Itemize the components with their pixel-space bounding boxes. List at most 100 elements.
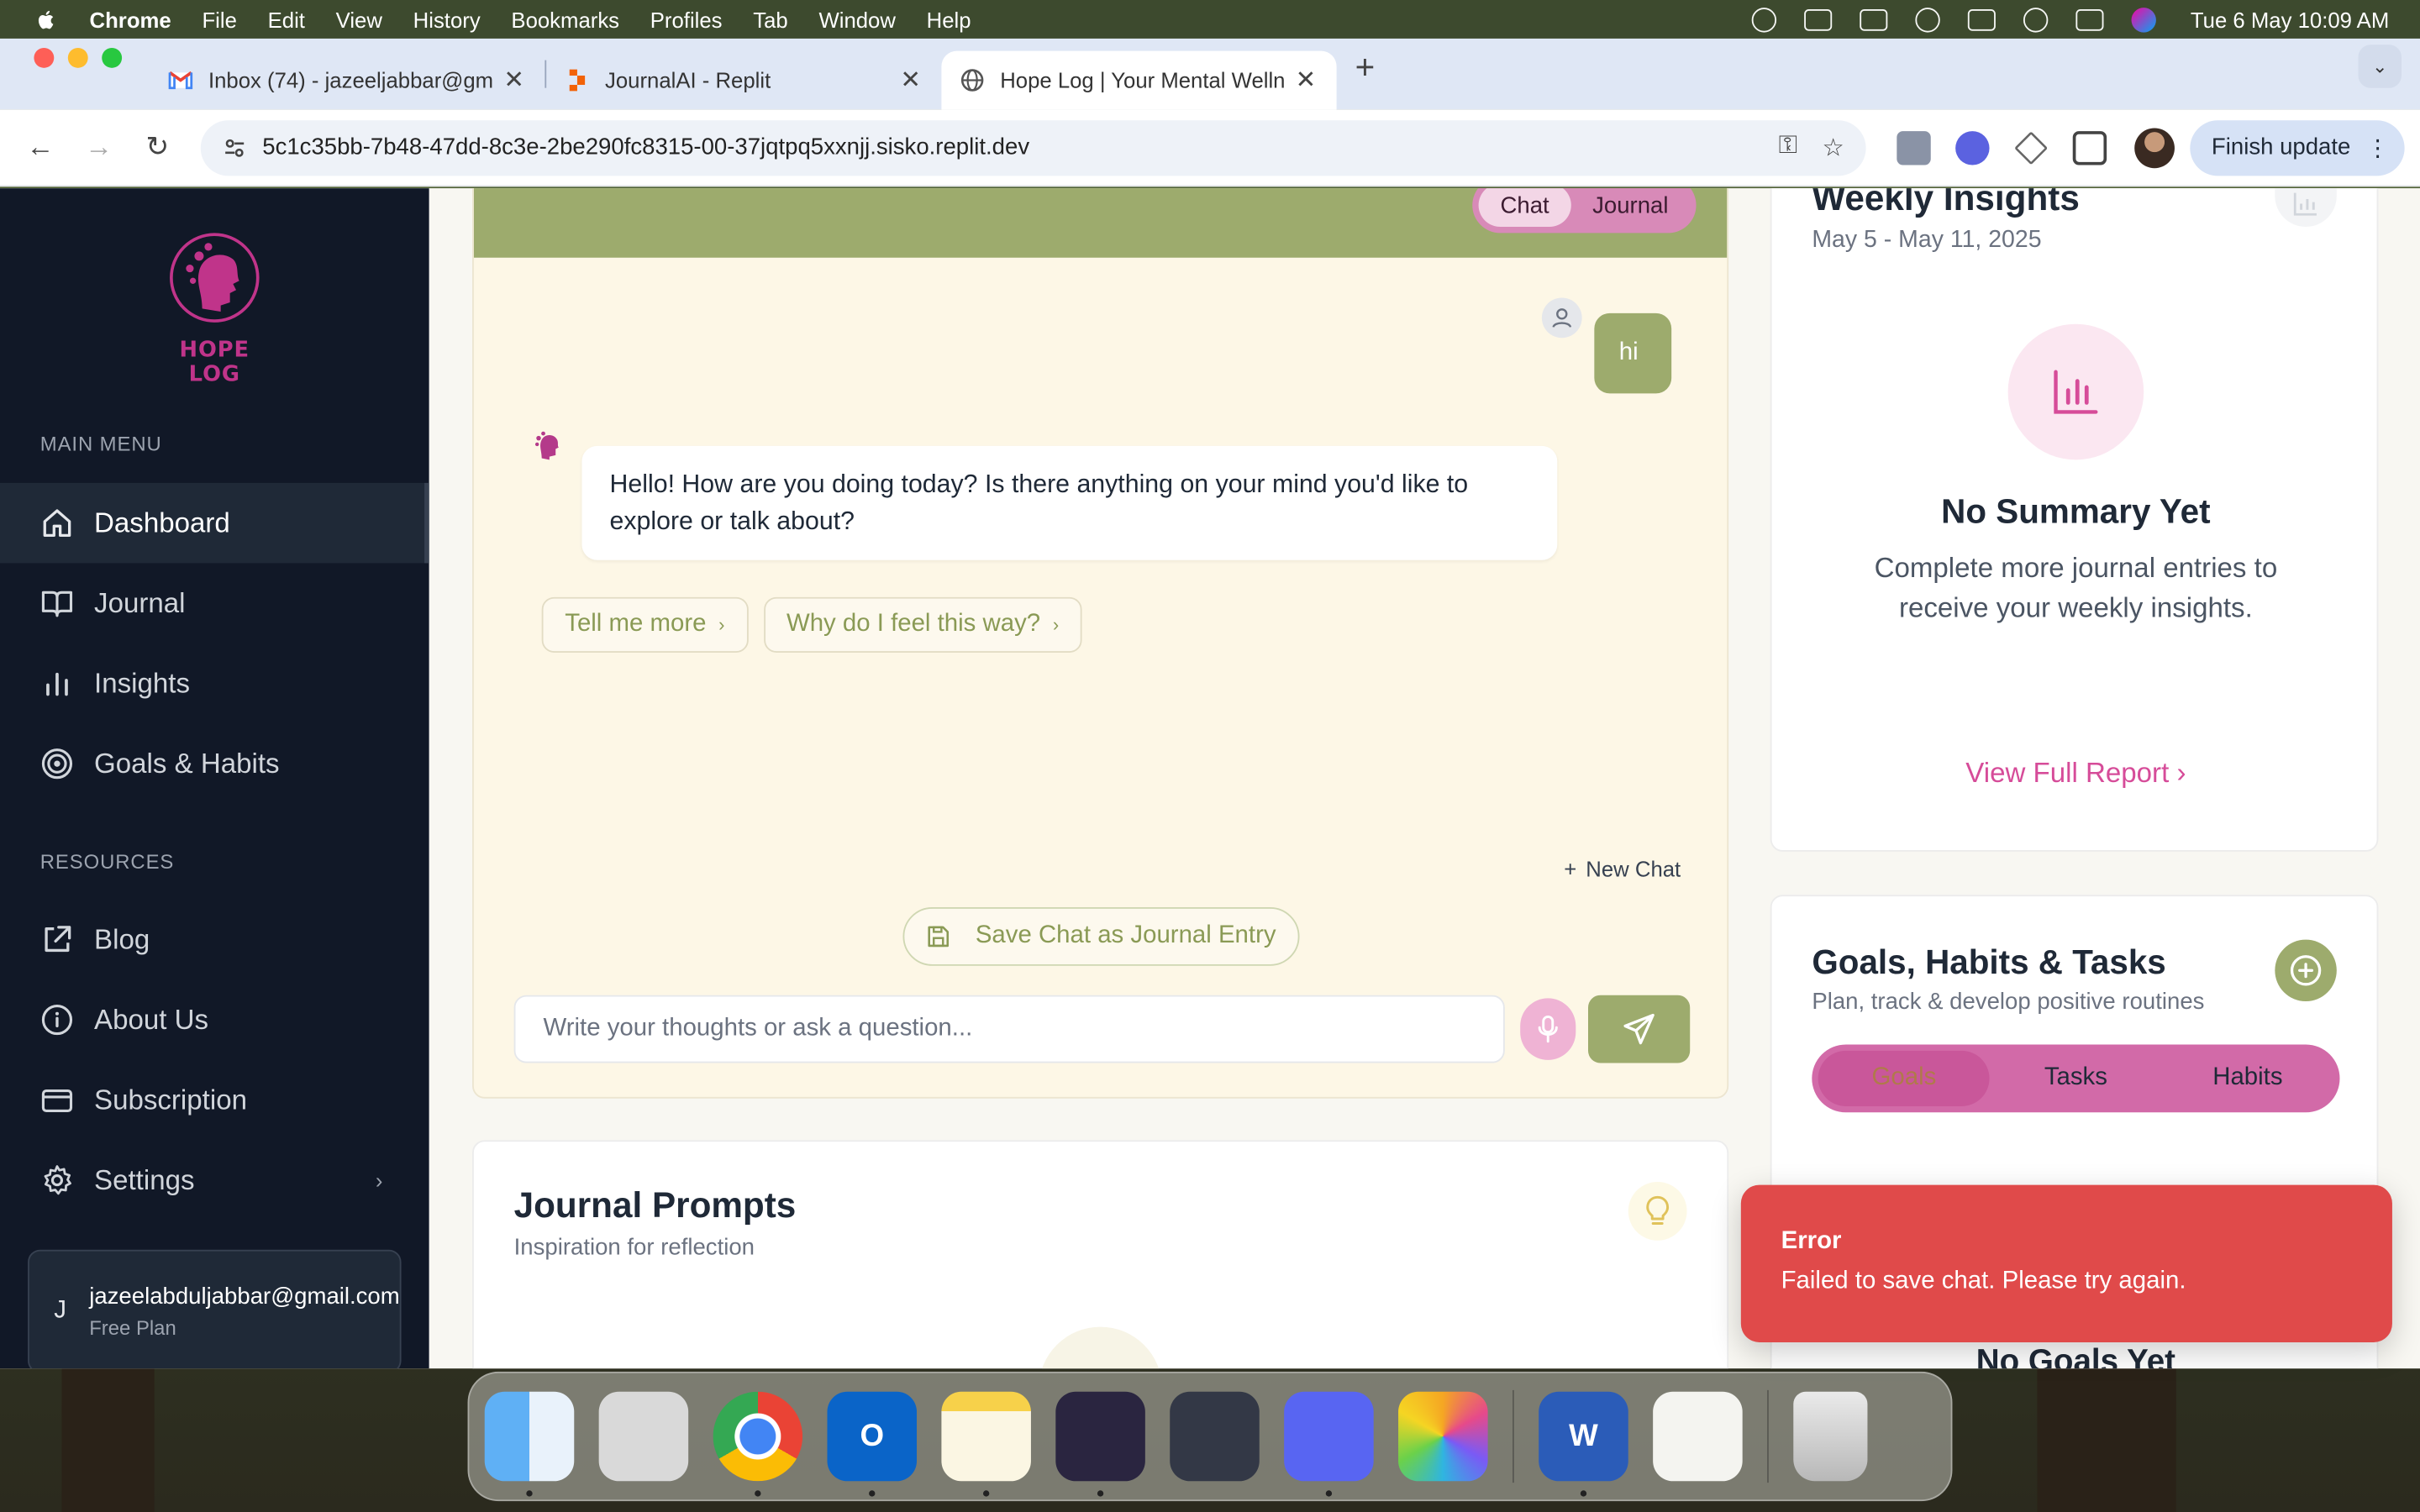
profile-avatar[interactable] [2134, 127, 2175, 168]
finder-icon[interactable] [484, 1391, 575, 1497]
drive-extension-icon[interactable] [2014, 130, 2049, 165]
browser-tab-hopelog[interactable]: Hope Log | Your Mental Welln ✕ [941, 50, 1337, 110]
hope-log-logo[interactable]: HOPE LOG [159, 232, 270, 387]
user-profile-card[interactable]: J jazeelabduljabbar@gmail.com Free Plan [28, 1249, 402, 1369]
finish-update-button[interactable]: Finish update ⋮ [2190, 119, 2405, 176]
browser-tab-gmail[interactable]: Inbox (74) - jazeeljabbar@gm ✕ [150, 51, 544, 110]
plus-circle-icon [2290, 955, 2322, 986]
sidebar-item-blog[interactable]: Blog [0, 900, 429, 980]
info-icon [40, 1003, 74, 1037]
journal-prompts-subtitle: Inspiration for reflection [513, 1234, 755, 1261]
menu-history[interactable]: History [413, 7, 481, 31]
menu-file[interactable]: File [202, 7, 236, 31]
cloud-icon[interactable] [1752, 7, 1777, 32]
textedit-icon[interactable] [1653, 1391, 1743, 1482]
new-chat-button[interactable]: + New Chat [1564, 856, 1681, 880]
sidebar-item-settings[interactable]: Settings › [0, 1140, 429, 1221]
minimize-window-button[interactable] [67, 47, 88, 67]
photos-icon[interactable] [1398, 1391, 1488, 1482]
toggle-journal[interactable]: Journal [1570, 188, 1690, 227]
error-toast[interactable]: Error Failed to save chat. Please try ag… [1740, 1184, 2392, 1342]
menu-view[interactable]: View [336, 7, 382, 31]
address-bar[interactable]: 5c1c35bb-7b48-47dd-8c3e-2be290fc8315-00-… [200, 119, 1866, 176]
close-tab-icon[interactable]: ✕ [502, 65, 526, 96]
copilot-icon[interactable] [1170, 1391, 1260, 1482]
more-menu-icon[interactable]: ⋮ [2366, 134, 2390, 161]
menubar-clock[interactable]: Tue 6 May 10:09 AM [2191, 7, 2389, 31]
menu-app-name[interactable]: Chrome [90, 7, 171, 31]
forward-button[interactable]: → [74, 123, 124, 172]
tab-search-chevron-icon[interactable]: ⌄ [2358, 45, 2402, 88]
gear-icon [40, 1163, 74, 1197]
menu-edit[interactable]: Edit [268, 7, 305, 31]
new-tab-button[interactable]: + [1337, 48, 1394, 100]
save-chat-button[interactable]: Save Chat as Journal Entry [902, 907, 1300, 966]
view-full-report-link[interactable]: View Full Report › [1772, 758, 2381, 790]
extensions-puzzle-icon[interactable] [2072, 130, 2107, 165]
tab-goals[interactable]: Goals [1818, 1050, 1991, 1106]
sidebar-item-dashboard[interactable]: Dashboard [0, 482, 429, 564]
suggestion-tell-me-more[interactable]: Tell me more › [541, 596, 749, 653]
sidebar-item-subscription[interactable]: Subscription [0, 1060, 429, 1141]
send-button[interactable] [1588, 995, 1691, 1063]
chrome-icon[interactable] [713, 1391, 803, 1497]
no-goals-title: No Goals Yet [1975, 1343, 2176, 1369]
control-center-icon[interactable] [2076, 8, 2105, 30]
add-goal-button[interactable] [2275, 939, 2337, 1002]
sidebar-item-journal[interactable]: Journal [0, 563, 429, 643]
trash-icon[interactable] [1793, 1391, 1868, 1482]
running-indicator [526, 1490, 533, 1497]
menu-window[interactable]: Window [818, 7, 895, 31]
tab-habits[interactable]: Habits [2162, 1051, 2333, 1106]
user-icon[interactable] [1915, 7, 1941, 32]
password-key-icon[interactable]: ⚿ [1779, 132, 1797, 163]
replit-icon [569, 69, 586, 92]
obsidian-icon[interactable] [1055, 1391, 1145, 1497]
chat-message-input[interactable]: Write your thoughts or ask a question... [513, 995, 1505, 1063]
spotlight-search-icon[interactable] [2023, 7, 2049, 32]
weekly-insights-title: Weekly Insights [1812, 188, 2080, 218]
menu-tab[interactable]: Tab [753, 7, 787, 31]
bookmark-star-icon[interactable]: ☆ [1822, 132, 1844, 163]
siri-icon[interactable] [2132, 7, 2157, 32]
tab-tasks[interactable]: Tasks [1990, 1051, 2161, 1106]
menu-help[interactable]: Help [927, 7, 971, 31]
site-settings-icon[interactable] [222, 135, 246, 160]
zoom-window-button[interactable] [102, 47, 123, 67]
lightbulb-icon[interactable] [1628, 1181, 1687, 1241]
discord-icon[interactable] [1284, 1391, 1374, 1497]
sidebar-item-about-us[interactable]: About Us [0, 979, 429, 1060]
perplexity-extension-icon[interactable] [1955, 130, 1990, 165]
notes-icon[interactable] [941, 1391, 1031, 1497]
running-indicator [983, 1490, 990, 1497]
apple-icon[interactable] [34, 7, 58, 31]
battery-icon[interactable] [1860, 8, 1888, 30]
devtools-extension-icon[interactable] [1897, 130, 1931, 165]
sidebar-item-insights[interactable]: Insights [0, 643, 429, 724]
remote-icon[interactable] [1804, 8, 1833, 30]
menu-bookmarks[interactable]: Bookmarks [511, 7, 619, 31]
word-icon[interactable]: W [1539, 1391, 1628, 1497]
menu-profiles[interactable]: Profiles [650, 7, 723, 31]
close-window-button[interactable] [34, 47, 55, 67]
close-tab-icon[interactable]: ✕ [898, 65, 923, 96]
link-icon[interactable] [1968, 8, 1996, 30]
sidebar-item-label: Insights [94, 667, 191, 699]
journal-prompts-card: Journal Prompts Inspiration for reflecti… [472, 1140, 1729, 1369]
outlook-icon[interactable]: O [827, 1391, 918, 1497]
suggestion-why-feel[interactable]: Why do I feel this way? › [763, 596, 1082, 653]
back-button[interactable]: ← [15, 123, 65, 172]
launchpad-icon[interactable] [598, 1391, 689, 1482]
toggle-chat[interactable]: Chat [1478, 188, 1571, 227]
suggestion-chips: Tell me more › Why do I feel this way? › [541, 596, 1082, 653]
microphone-button[interactable] [1520, 998, 1576, 1060]
plus-icon: + [1564, 856, 1577, 881]
target-icon [40, 747, 74, 780]
chat-panel: Chat Journal hi Hello! How are you doing… [472, 188, 1729, 1099]
close-tab-icon[interactable]: ✕ [1293, 65, 1318, 96]
browser-tab-replit[interactable]: JournalAI - Replit ✕ [546, 51, 941, 110]
sidebar-item-goals-habits[interactable]: Goals & Habits [0, 723, 429, 804]
reload-button[interactable]: ↻ [133, 123, 182, 172]
url-text[interactable]: 5c1c35bb-7b48-47dd-8c3e-2be290fc8315-00-… [262, 134, 1778, 160]
no-summary-text: Complete more journal entries to receive… [1874, 552, 2278, 624]
